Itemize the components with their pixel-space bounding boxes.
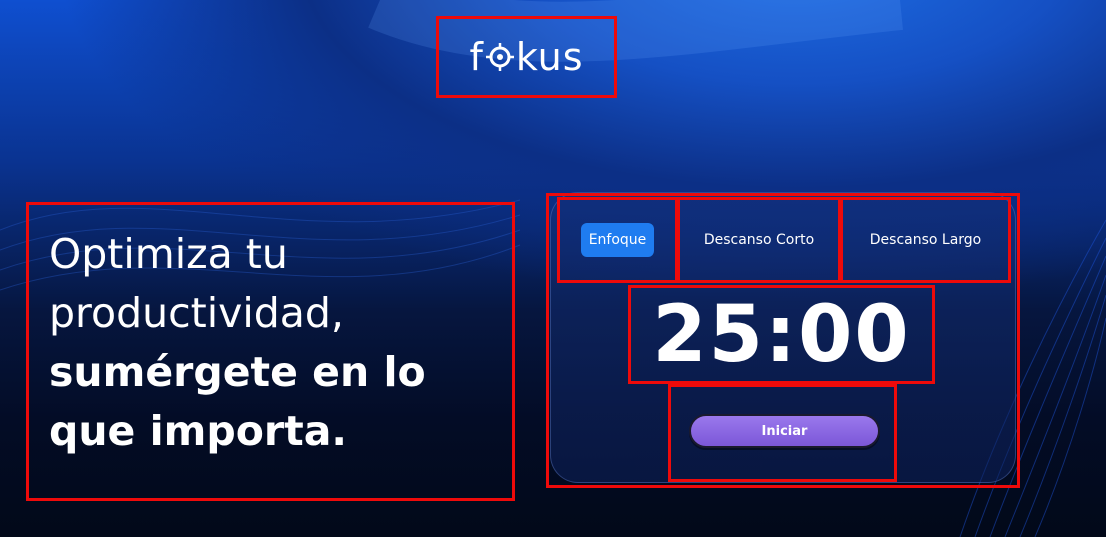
start-button-region: Iniciar (668, 384, 897, 482)
timer-display: 25:00 (652, 289, 911, 380)
headline-line-2: productividad, (49, 289, 344, 337)
headline-line-4: que importa. (49, 407, 347, 455)
tab-descanso-largo[interactable]: Descanso Largo (862, 223, 990, 257)
tab-descanso-corto-region: Descanso Corto (677, 197, 841, 283)
tab-enfoque-region: Enfoque (557, 197, 678, 283)
timer-display-region: 25:00 (628, 285, 935, 384)
tab-descanso-largo-region: Descanso Largo (840, 197, 1011, 283)
headline-region: Optimiza tu productividad, sumérgete en … (26, 202, 515, 501)
logo-text-left: f (469, 35, 484, 79)
tab-descanso-corto[interactable]: Descanso Corto (696, 223, 822, 257)
headline-line-3: sumérgete en lo (49, 348, 426, 396)
tab-enfoque[interactable]: Enfoque (580, 223, 655, 257)
logo-text-right: kus (515, 35, 584, 79)
start-button[interactable]: Iniciar (689, 414, 880, 448)
headline-line-1: Optimiza tu (49, 230, 288, 278)
fokus-logo[interactable]: f kus (469, 35, 583, 79)
logo-region: f kus (436, 16, 617, 98)
target-icon (485, 43, 514, 71)
hero-headline: Optimiza tu productividad, sumérgete en … (49, 225, 512, 461)
